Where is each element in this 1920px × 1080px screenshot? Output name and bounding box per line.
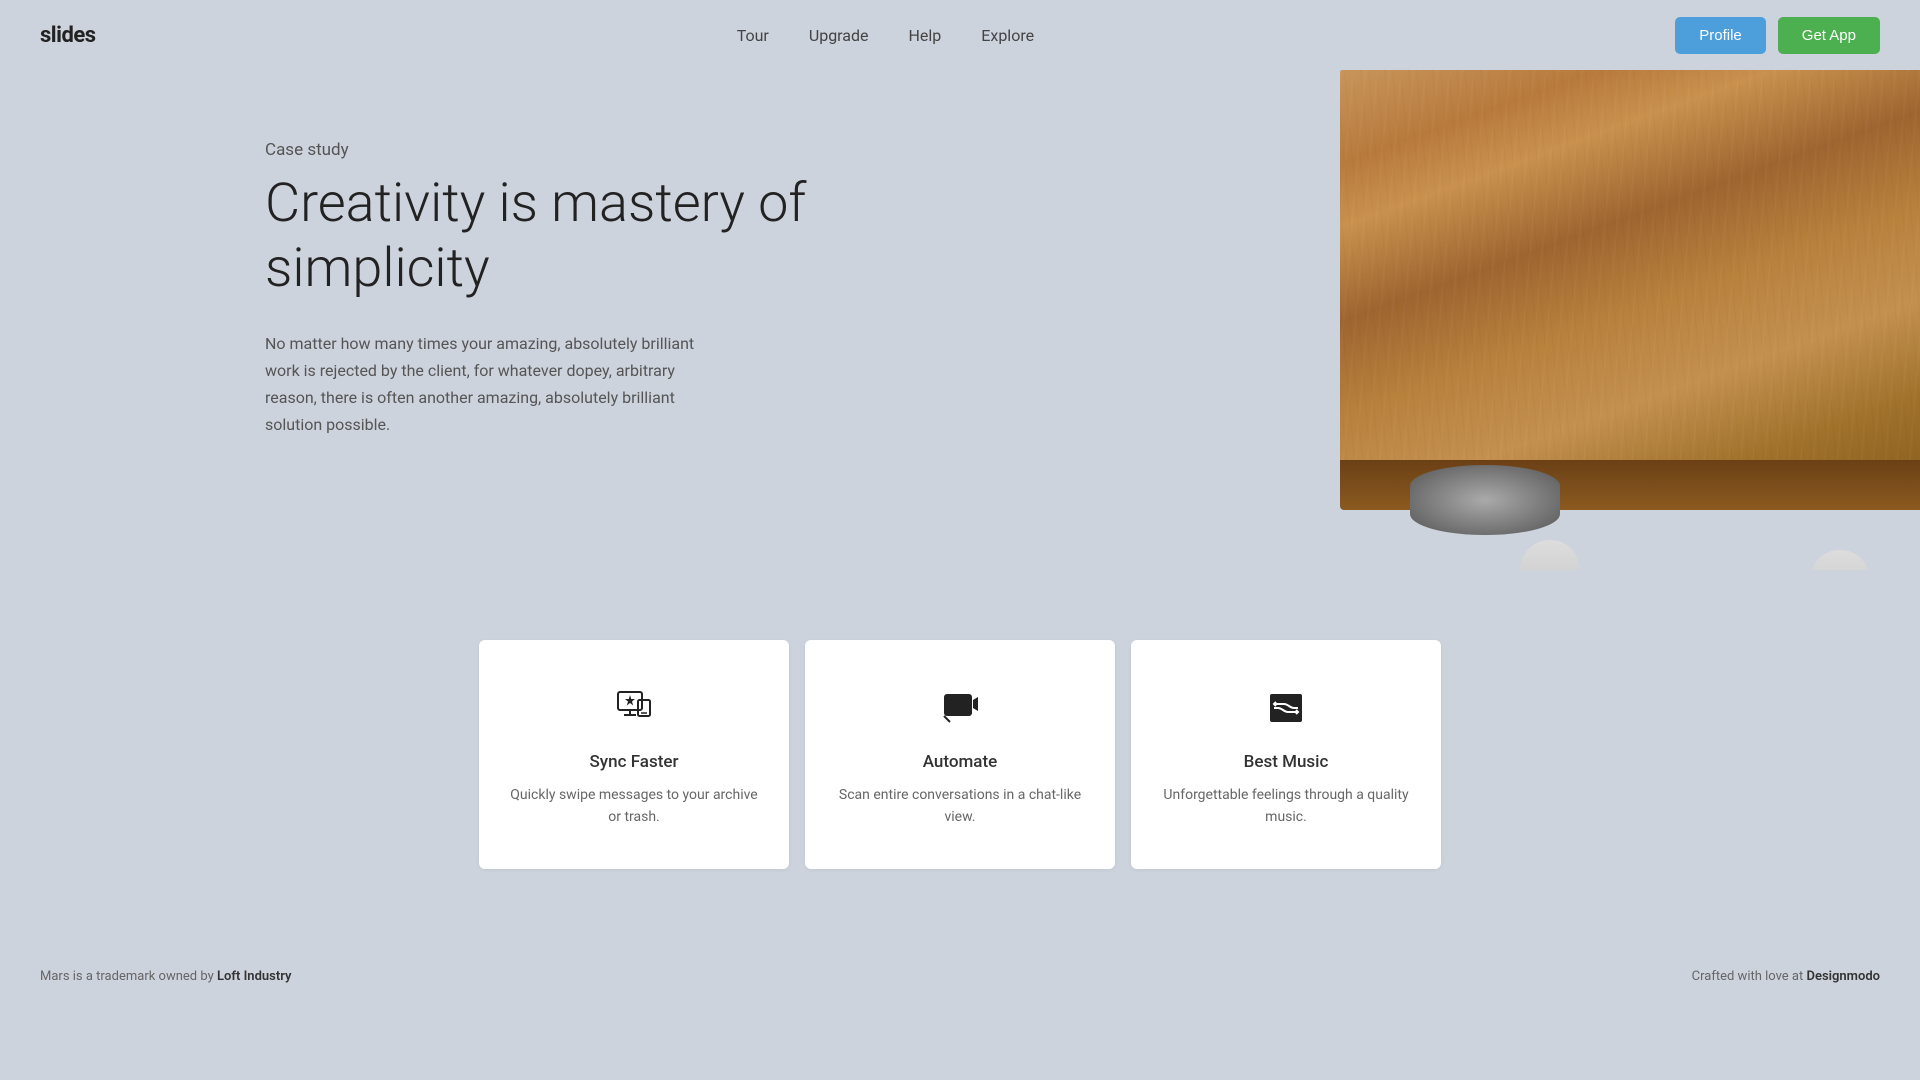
getapp-button[interactable]: Get App — [1778, 17, 1880, 54]
footer: Mars is a trademark owned by Loft Indust… — [0, 949, 1920, 1004]
hero-eyebrow: Case study — [265, 140, 885, 160]
feature-desc-music: Unforgettable feelings through a quality… — [1161, 784, 1411, 829]
footer-right-text: Crafted with love at — [1692, 969, 1807, 984]
feature-title-sync: Sync Faster — [590, 752, 679, 772]
feature-title-music: Best Music — [1244, 752, 1329, 772]
nav: Tour Upgrade Help Explore — [737, 26, 1034, 45]
feature-desc-sync: Quickly swipe messages to your archive o… — [509, 784, 759, 829]
footer-right: Crafted with love at Designmodo — [1692, 969, 1880, 984]
header: slides Tour Upgrade Help Explore Profile… — [0, 0, 1920, 70]
feature-card-music: Best Music Unforgettable feelings throug… — [1131, 640, 1441, 869]
footer-left-brand: Loft Industry — [217, 969, 291, 984]
music-icon — [1268, 690, 1304, 734]
feature-card-automate: Automate Scan entire conversations in a … — [805, 640, 1115, 869]
hero-image — [1320, 70, 1920, 570]
hero-description: No matter how many times your amazing, a… — [265, 330, 725, 439]
nav-help[interactable]: Help — [909, 26, 942, 45]
footer-right-brand: Designmodo — [1806, 969, 1880, 984]
logo: slides — [40, 23, 96, 48]
speaker-leg-left — [1520, 540, 1580, 570]
speaker-leg-right — [1810, 550, 1870, 570]
features-section: Sync Faster Quickly swipe messages to yo… — [0, 590, 1920, 929]
feature-desc-automate: Scan entire conversations in a chat-like… — [835, 784, 1085, 829]
speaker-cone — [1410, 465, 1560, 535]
nav-explore[interactable]: Explore — [981, 26, 1034, 45]
feature-card-sync: Sync Faster Quickly swipe messages to yo… — [479, 640, 789, 869]
feature-title-automate: Automate — [923, 752, 998, 772]
header-actions: Profile Get App — [1675, 17, 1880, 54]
hero-title: Creativity is mastery of simplicity — [265, 172, 885, 302]
wood-grain — [1340, 70, 1920, 490]
wood-block — [1340, 70, 1920, 490]
nav-upgrade[interactable]: Upgrade — [809, 26, 869, 45]
footer-left: Mars is a trademark owned by Loft Indust… — [40, 969, 291, 984]
hero-text: Case study Creativity is mastery of simp… — [265, 120, 885, 438]
video-icon — [942, 690, 978, 734]
hero-section: Case study Creativity is mastery of simp… — [0, 70, 1920, 570]
sync-icon — [616, 690, 652, 734]
footer-left-text: Mars is a trademark owned by — [40, 969, 217, 984]
profile-button[interactable]: Profile — [1675, 17, 1766, 54]
nav-tour[interactable]: Tour — [737, 26, 769, 45]
